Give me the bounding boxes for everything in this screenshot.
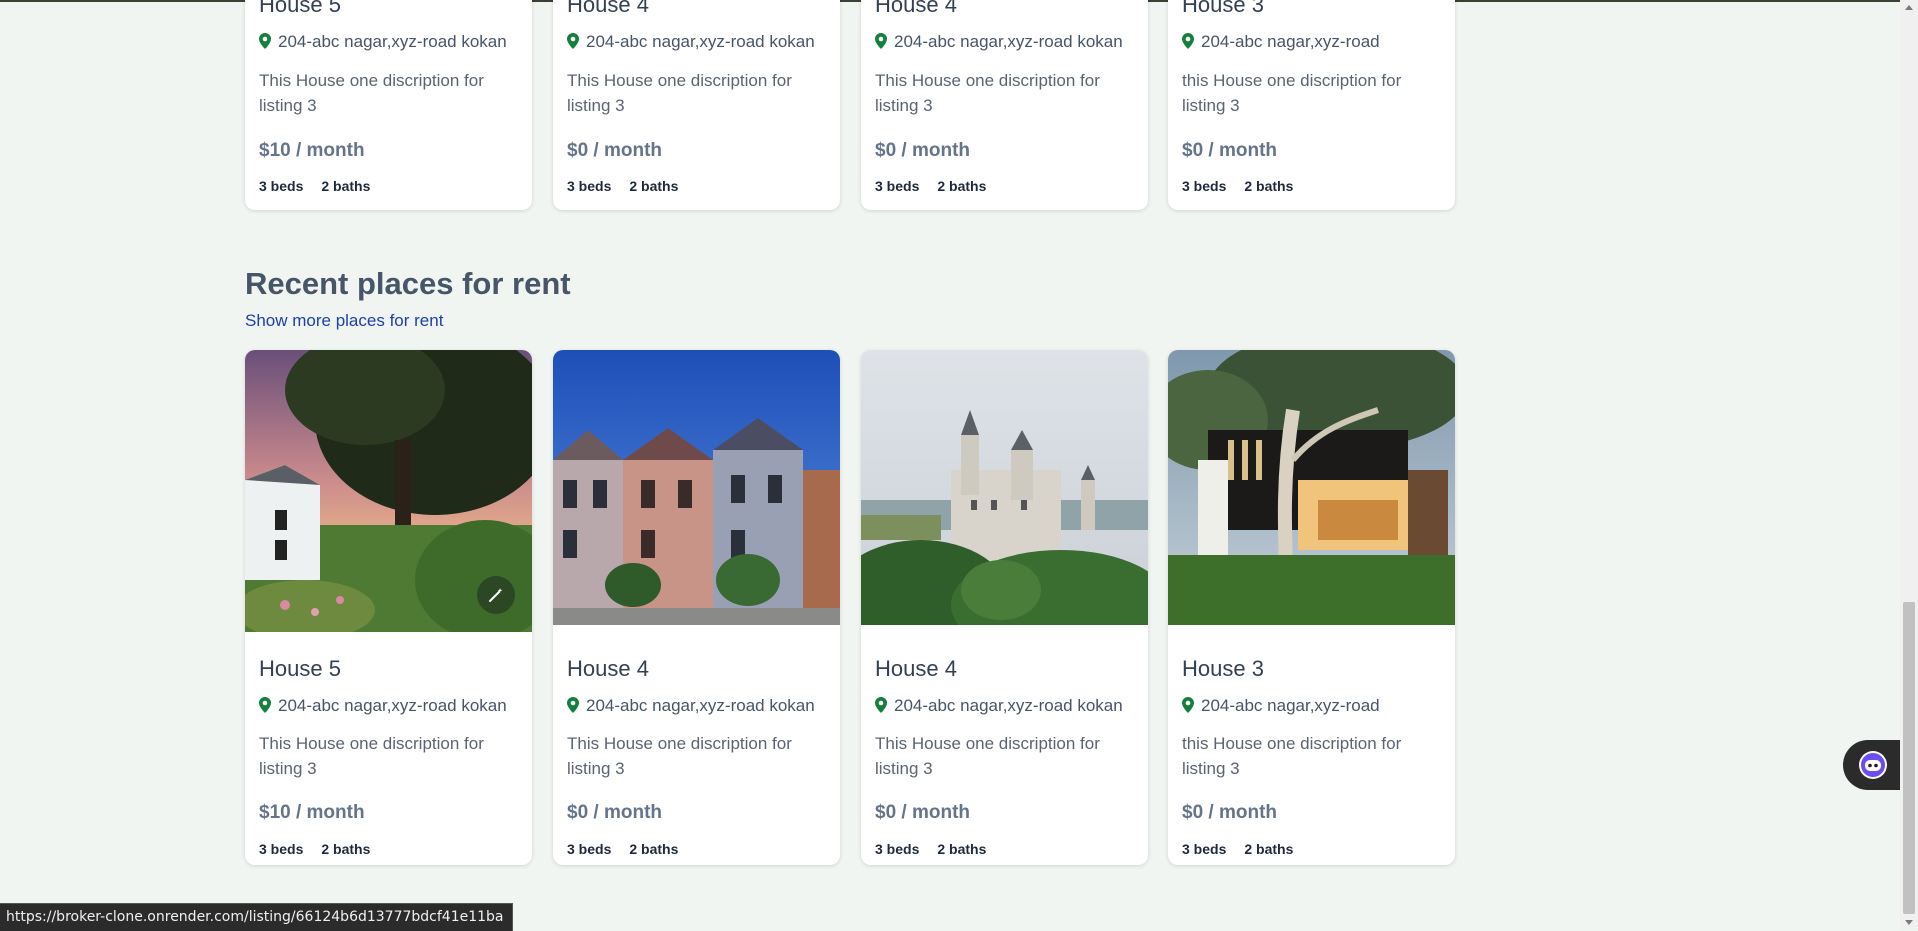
listing-description: this House one discription for listing 3	[1182, 734, 1402, 778]
listing-card[interactable]: House 3 204-abc nagar,xyz-road this Hous…	[1168, 0, 1455, 210]
baths-count: 2 baths	[937, 841, 987, 857]
listing-photo	[861, 350, 1148, 625]
listing-photo	[553, 350, 840, 625]
listing-card[interactable]: House 5 204-abc nagar,xyz-road kokan Thi…	[245, 0, 532, 210]
map-pin-icon	[259, 697, 271, 713]
listing-meta: 3 beds 2 baths	[259, 841, 370, 857]
listing-title[interactable]: House 4	[875, 0, 957, 18]
address-text: 204-abc nagar,xyz-road kokan	[278, 696, 507, 715]
map-pin-icon	[259, 33, 271, 49]
listing-meta: 3 beds 2 baths	[567, 841, 678, 857]
listing-meta: 3 beds 2 baths	[875, 841, 986, 857]
listing-address: 204-abc nagar,xyz-road kokan	[567, 696, 829, 716]
listing-card[interactable]: House 5 204-abc nagar,xyz-road kokan Thi…	[245, 350, 532, 865]
listing-description: this House one discription for listing 3	[1182, 71, 1402, 115]
listing-price: $10 / month	[259, 140, 365, 161]
listing-title[interactable]: House 3	[1182, 656, 1264, 682]
map-pin-icon	[1182, 697, 1194, 713]
beds-count: 3 beds	[259, 841, 304, 857]
baths-count: 2 baths	[321, 841, 371, 857]
beds-count: 3 beds	[259, 178, 304, 194]
listing-description: This House one discription for listing 3	[567, 734, 792, 778]
page-scrollbar[interactable]	[1900, 0, 1918, 930]
baths-count: 2 baths	[937, 178, 987, 194]
beds-count: 3 beds	[567, 178, 612, 194]
listing-description: This House one discription for listing 3	[259, 71, 484, 115]
listing-title[interactable]: House 4	[567, 0, 649, 18]
listing-title[interactable]: House 4	[567, 656, 649, 682]
listing-address: 204-abc nagar,xyz-road kokan	[875, 696, 1137, 716]
listing-price: $0 / month	[1182, 140, 1278, 161]
address-text: 204-abc nagar,xyz-road kokan	[586, 32, 815, 51]
map-pin-icon	[1182, 33, 1194, 49]
baths-count: 2 baths	[1244, 841, 1294, 857]
map-pin-icon	[567, 697, 579, 713]
listing-image[interactable]	[1168, 350, 1455, 625]
address-text: 204-abc nagar,xyz-road kokan	[278, 32, 507, 51]
listing-meta: 3 beds 2 baths	[567, 178, 678, 194]
listing-price: $0 / month	[875, 802, 971, 823]
listing-price: $10 / month	[259, 802, 365, 823]
listing-address: 204-abc nagar,xyz-road	[1182, 32, 1444, 52]
listing-photo	[1168, 350, 1455, 625]
map-pin-icon	[875, 33, 887, 49]
beds-count: 3 beds	[875, 178, 920, 194]
listing-address: 204-abc nagar,xyz-road kokan	[875, 32, 1137, 52]
show-more-rent-link[interactable]: Show more places for rent	[245, 311, 443, 331]
listing-card[interactable]: House 4 204-abc nagar,xyz-road kokan Thi…	[861, 350, 1148, 865]
beds-count: 3 beds	[1182, 841, 1227, 857]
listing-address: 204-abc nagar,xyz-road kokan	[567, 32, 829, 52]
beds-count: 3 beds	[1182, 178, 1227, 194]
listing-price: $0 / month	[1182, 802, 1278, 823]
address-text: 204-abc nagar,xyz-road kokan	[586, 696, 815, 715]
status-bar-url: https://broker-clone.onrender.com/listin…	[0, 903, 513, 931]
listing-title[interactable]: House 3	[1182, 0, 1264, 18]
listing-address: 204-abc nagar,xyz-road kokan	[259, 32, 521, 52]
address-text: 204-abc nagar,xyz-road kokan	[894, 32, 1123, 51]
baths-count: 2 baths	[629, 178, 679, 194]
chat-widget-button[interactable]	[1843, 740, 1903, 790]
listing-description: This House one discription for listing 3	[567, 71, 792, 115]
listing-image[interactable]	[245, 350, 532, 632]
chatbot-face-icon	[1859, 751, 1887, 779]
listing-meta: 3 beds 2 baths	[1182, 178, 1293, 194]
beds-count: 3 beds	[875, 841, 920, 857]
listing-meta: 3 beds 2 baths	[875, 178, 986, 194]
listing-price: $0 / month	[875, 140, 971, 161]
listing-address: 204-abc nagar,xyz-road	[1182, 696, 1444, 716]
listing-address: 204-abc nagar,xyz-road kokan	[259, 696, 521, 716]
scrollbar-thumb[interactable]	[1903, 602, 1915, 914]
listing-meta: 3 beds 2 baths	[259, 178, 370, 194]
baths-count: 2 baths	[629, 841, 679, 857]
magic-wand-icon	[489, 588, 503, 602]
listing-image[interactable]	[861, 350, 1148, 625]
baths-count: 2 baths	[1244, 178, 1294, 194]
scroll-up-arrow-icon[interactable]	[1905, 5, 1913, 10]
baths-count: 2 baths	[321, 178, 371, 194]
map-pin-icon	[875, 697, 887, 713]
chatbot-face-graphic	[1861, 753, 1885, 777]
address-text: 204-abc nagar,xyz-road kokan	[894, 696, 1123, 715]
listing-description: This House one discription for listing 3	[875, 734, 1100, 778]
listing-description: This House one discription for listing 3	[259, 734, 484, 778]
listing-price: $0 / month	[567, 802, 663, 823]
listing-card[interactable]: House 4 204-abc nagar,xyz-road kokan Thi…	[553, 0, 840, 210]
map-pin-icon	[567, 33, 579, 49]
listing-card[interactable]: House 4 204-abc nagar,xyz-road kokan Thi…	[861, 0, 1148, 210]
listing-image[interactable]	[553, 350, 840, 625]
listing-title[interactable]: House 4	[875, 656, 957, 682]
image-edit-button[interactable]	[477, 576, 515, 614]
listing-meta: 3 beds 2 baths	[1182, 841, 1293, 857]
listing-description: This House one discription for listing 3	[875, 71, 1100, 115]
section-title: Recent places for rent	[245, 266, 571, 301]
listing-title[interactable]: House 5	[259, 0, 341, 18]
beds-count: 3 beds	[567, 841, 612, 857]
address-text: 204-abc nagar,xyz-road	[1201, 32, 1380, 51]
listing-price: $0 / month	[567, 140, 663, 161]
address-text: 204-abc nagar,xyz-road	[1201, 696, 1380, 715]
listing-title[interactable]: House 5	[259, 656, 341, 682]
scroll-down-arrow-icon[interactable]	[1905, 920, 1913, 925]
listing-card[interactable]: House 4 204-abc nagar,xyz-road kokan Thi…	[553, 350, 840, 865]
listing-card[interactable]: House 3 204-abc nagar,xyz-road this Hous…	[1168, 350, 1455, 865]
